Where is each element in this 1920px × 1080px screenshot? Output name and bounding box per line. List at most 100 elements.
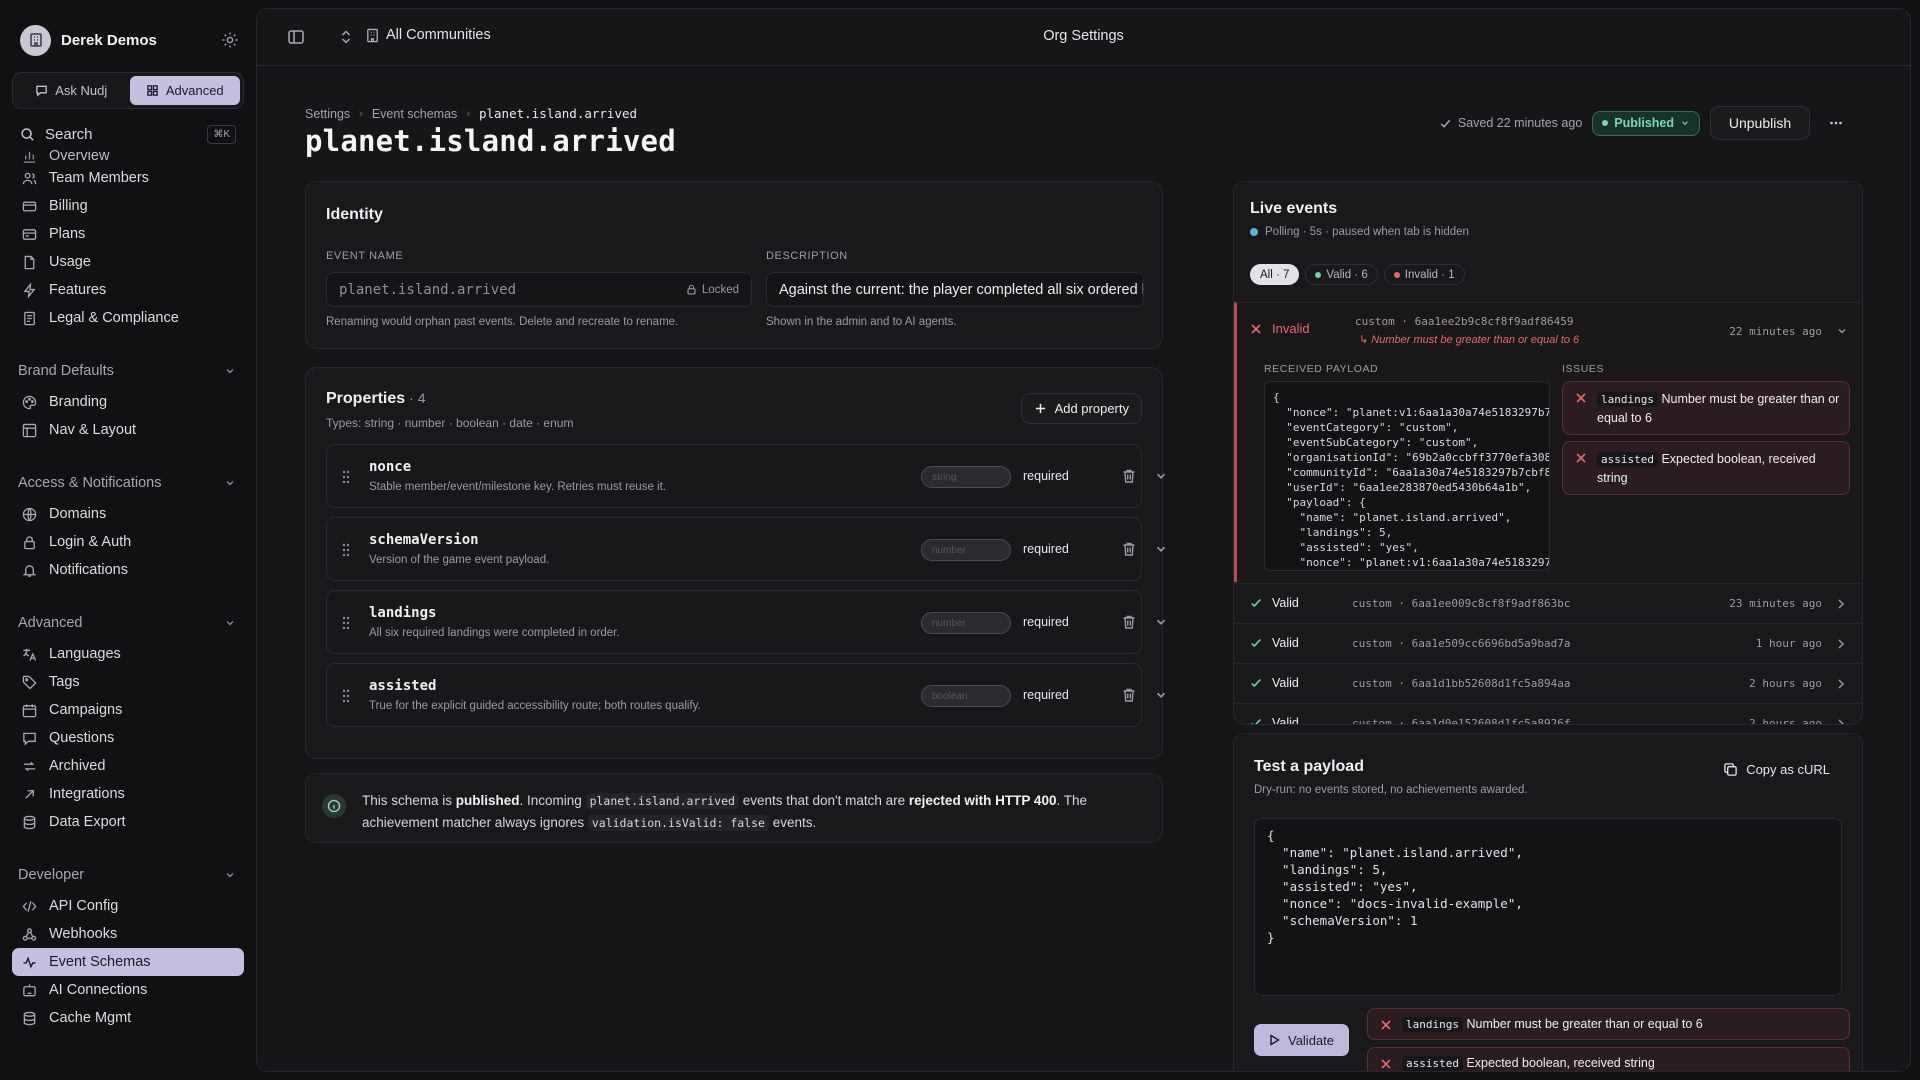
users-icon [22, 172, 37, 184]
property-required[interactable]: required [1023, 542, 1069, 556]
sidebar-item-domains[interactable]: Domains [12, 500, 244, 528]
sidebar-item-plans[interactable]: Plans [12, 220, 244, 248]
chevron-down-icon[interactable] [1154, 615, 1168, 629]
issue-message: Expected boolean, received string [1466, 1056, 1655, 1070]
drag-handle-icon[interactable] [341, 689, 351, 703]
layout-icon [22, 423, 37, 437]
event-row[interactable]: Valid custom · 6aa1d1bb52608d1fc5a894aa … [1234, 663, 1862, 703]
sidebar-item-campaigns[interactable]: Campaigns [12, 696, 244, 724]
more-options-button[interactable] [1820, 107, 1852, 139]
sidebar-item-tags[interactable]: Tags [12, 668, 244, 696]
add-property-button[interactable]: Add property [1020, 393, 1142, 424]
sidebar-item-overview[interactable]: Overview [12, 150, 244, 164]
received-payload[interactable]: { "nonce": "planet:v1:6aa1a30a74e5183297… [1264, 381, 1550, 571]
sidebar-item-label: Plans [49, 226, 86, 242]
test-issue-item: assisted Expected boolean, received stri… [1367, 1047, 1850, 1071]
property-name: schemaVersion [369, 532, 479, 548]
sidebar-item-usage[interactable]: Usage [12, 248, 244, 276]
chevron-down-icon[interactable] [1154, 469, 1168, 483]
filter-valid-label: Valid · 6 [1326, 268, 1368, 281]
sidebar-item-billing[interactable]: Billing [12, 192, 244, 220]
property-type-select[interactable]: number [921, 612, 1011, 634]
sidebar-item-languages[interactable]: Languages [12, 640, 244, 668]
unpublish-button[interactable]: Unpublish [1710, 106, 1810, 140]
section-access-notifications[interactable]: Access & Notifications [12, 470, 244, 496]
section-developer[interactable]: Developer [12, 862, 244, 888]
properties-card: Properties · 4 Types: string · number · … [305, 367, 1166, 759]
event-row-invalid[interactable]: Invalid custom · 6aa1ee2b9c8cf8f9adf8645… [1234, 302, 1862, 582]
property-type-select[interactable]: number [921, 539, 1011, 561]
sidebar-item-nav-layout[interactable]: Nav & Layout [12, 416, 244, 444]
chevron-right-icon [1838, 599, 1844, 609]
filter-invalid[interactable]: Invalid · 1 [1383, 264, 1465, 285]
sidebar-item-features[interactable]: Features [12, 276, 244, 304]
lock-icon [687, 284, 696, 295]
property-required[interactable]: required [1023, 688, 1069, 702]
trash-icon[interactable] [1121, 614, 1137, 630]
section-brand-defaults[interactable]: Brand Defaults [12, 358, 244, 384]
section-advanced[interactable]: Advanced [12, 610, 244, 636]
sidebar-item-team-members[interactable]: Team Members [12, 164, 244, 192]
chevron-down-icon[interactable] [1154, 688, 1168, 702]
sidebar-item-legal-compliance[interactable]: Legal & Compliance [12, 304, 244, 332]
event-name-help: Renaming would orphan past events. Delet… [326, 316, 679, 328]
sidebar-item-label: Event Schemas [49, 954, 151, 970]
drag-handle-icon[interactable] [341, 470, 351, 484]
event-row[interactable]: Valid custom · 6aa1ee009c8cf8f9adf863bc … [1234, 583, 1862, 623]
sidebar-search[interactable]: Search ⌘K [20, 122, 236, 146]
chevron-right-icon [1838, 639, 1844, 649]
workspace-switcher[interactable]: Derek Demos [20, 24, 240, 56]
sidebar-item-api-config[interactable]: API Config [12, 892, 244, 920]
description-input[interactable]: Against the current: the player complete… [766, 272, 1144, 307]
sidebar-item-data-export[interactable]: Data Export [12, 808, 244, 836]
property-type-select[interactable]: boolean [921, 685, 1011, 707]
sidebar-item-label: Usage [49, 254, 91, 270]
status-badge[interactable]: Published [1592, 110, 1700, 136]
gear-icon[interactable] [220, 30, 240, 50]
page-actions: Saved 22 minutes ago Published Unpublish [1439, 106, 1852, 140]
ask-nudj-button[interactable]: Ask Nudj [16, 76, 127, 105]
sidebar-item-integrations[interactable]: Integrations [12, 780, 244, 808]
sidebar-item-webhooks[interactable]: Webhooks [12, 920, 244, 948]
chevron-down-icon[interactable] [1836, 325, 1848, 337]
sidebar-item-label: API Config [49, 898, 119, 914]
filter-all[interactable]: All · 7 [1250, 264, 1300, 285]
event-row[interactable]: Valid custom · 6aa1d0e152608d1fc5a8926f … [1234, 703, 1862, 724]
trash-icon[interactable] [1121, 541, 1137, 557]
validate-button[interactable]: Validate [1254, 1024, 1349, 1056]
trash-icon[interactable] [1121, 687, 1137, 703]
sidebar-item-ai-connections[interactable]: AI Connections [12, 976, 244, 1004]
sidebar-item-event-schemas[interactable]: Event Schemas [12, 948, 244, 976]
event-name-label: EVENT NAME [326, 250, 404, 262]
main-panel: All Communities Org Settings Settings › … [256, 8, 1911, 1072]
copy-curl-button[interactable]: Copy as cURL [1723, 762, 1830, 777]
property-row-landings: landings All six required landings were … [326, 590, 1166, 654]
scale-icon [24, 311, 35, 325]
sidebar-item-cache-mgmt[interactable]: Cache Mgmt [12, 1004, 244, 1032]
sidebar-item-login-auth[interactable]: Login & Auth [12, 528, 244, 556]
workspace-avatar [20, 24, 51, 56]
copy-curl-label: Copy as cURL [1746, 762, 1830, 777]
sidebar-item-questions[interactable]: Questions [12, 724, 244, 752]
breadcrumb-event-schemas[interactable]: Event schemas [372, 107, 457, 121]
sidebar-item-branding[interactable]: Branding [12, 388, 244, 416]
drag-handle-icon[interactable] [341, 616, 351, 630]
property-name: nonce [369, 459, 412, 475]
chevron-down-icon[interactable] [1154, 542, 1168, 556]
chevron-down-icon [226, 621, 234, 626]
test-payload-editor[interactable]: { "name": "planet.island.arrived", "land… [1254, 818, 1842, 996]
search-shortcut: ⌘K [207, 124, 236, 144]
event-row[interactable]: Valid custom · 6aa1e509cc6696bd5a9bad7a … [1234, 623, 1862, 663]
property-type-select[interactable]: string [921, 466, 1011, 488]
drag-handle-icon[interactable] [341, 543, 351, 557]
breadcrumb-settings[interactable]: Settings [305, 107, 350, 121]
filter-valid[interactable]: Valid · 6 [1305, 264, 1378, 285]
property-required[interactable]: required [1023, 469, 1069, 483]
event-filters: All · 7 Valid · 6 Invalid · 1 [1250, 264, 1465, 285]
advanced-button[interactable]: Advanced [129, 76, 240, 105]
property-required[interactable]: required [1023, 615, 1069, 629]
sidebar-item-archived[interactable]: Archived [12, 752, 244, 780]
trash-icon[interactable] [1121, 468, 1137, 484]
play-icon [1270, 1034, 1280, 1046]
sidebar-item-notifications[interactable]: Notifications [12, 556, 244, 584]
